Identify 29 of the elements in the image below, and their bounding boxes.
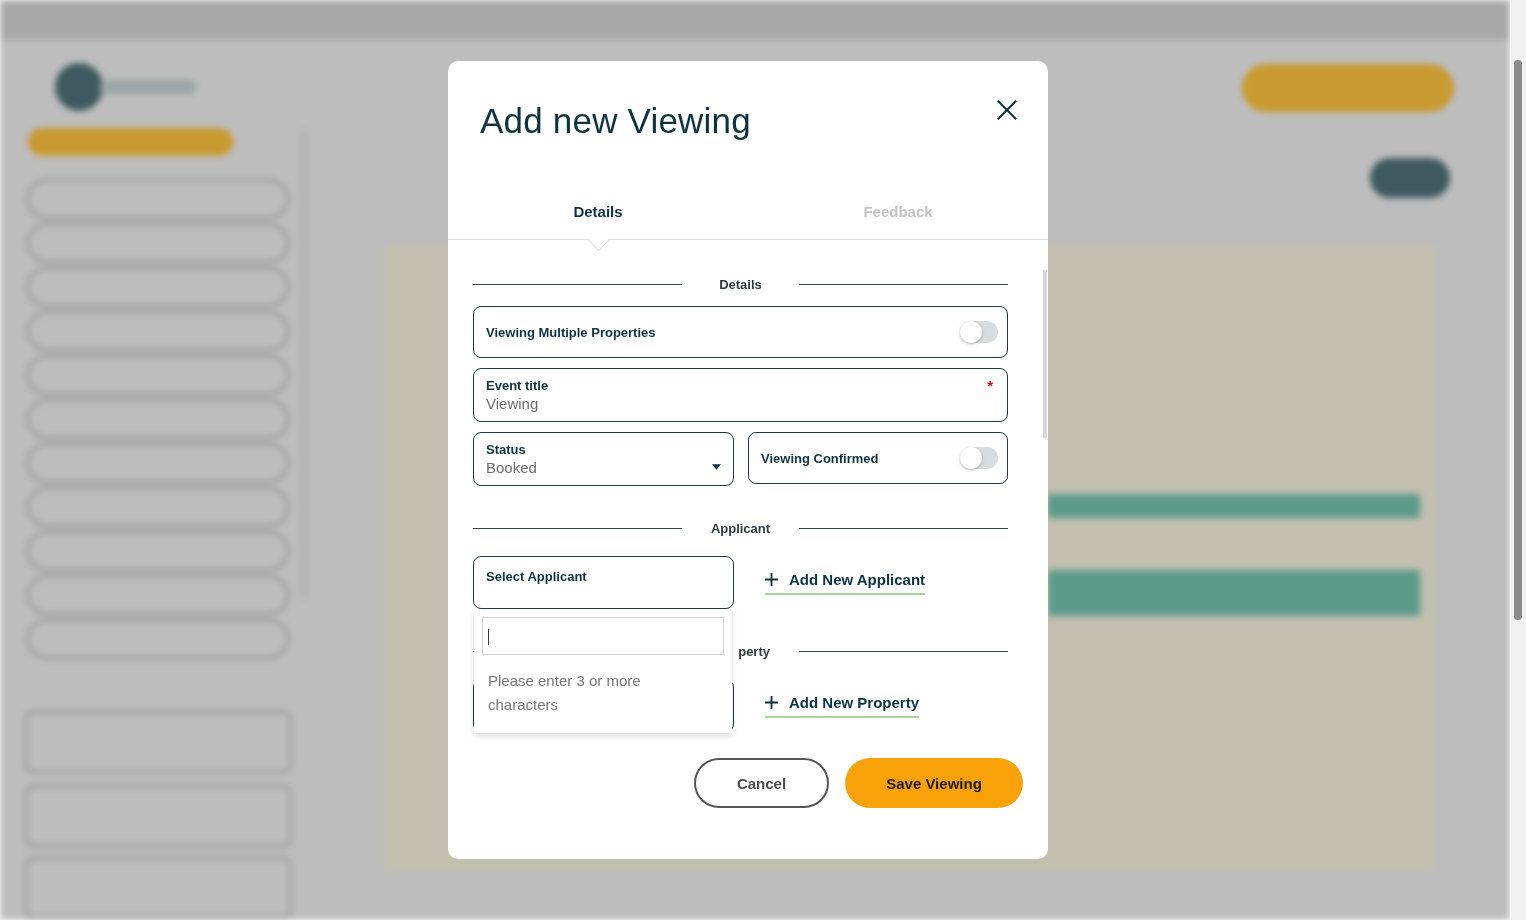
toggle-switch[interactable] [960,321,998,343]
cancel-button[interactable]: Cancel [694,758,829,808]
dropdown-message: Please enter 3 or more characters [487,671,642,715]
close-icon[interactable] [996,99,1018,121]
field-value: Viewing [486,395,539,412]
section-heading: perty [738,643,770,659]
tab[interactable]: Details [448,203,748,239]
add-link[interactable]: Add New Applicant [765,571,926,595]
save-button[interactable]: Save Viewing [845,758,1023,808]
field-label: Select Applicant [486,569,587,584]
plus-icon [765,573,778,586]
field-label: Event title [486,378,549,393]
text-field[interactable]: Event title Viewing * [473,368,1008,422]
dialog-title: Add new Viewing [480,100,751,142]
toggle-switch[interactable] [960,447,998,469]
field-label: Viewing Confirmed [761,450,879,466]
select-field[interactable]: Select Applicant [473,556,734,609]
select-field[interactable]: Status Booked [473,432,734,486]
search-field[interactable] [482,617,724,655]
required-mark: * [987,377,993,394]
add-link[interactable]: Add New Property [765,694,920,718]
plus-icon [765,696,778,709]
section-heading: Details [719,276,762,292]
field-label: Viewing Multiple Properties [486,324,656,340]
section-heading: Applicant [710,520,771,536]
field-value: Booked [486,459,537,476]
scrollbar[interactable] [1510,0,1526,920]
field-label: Status [486,442,526,457]
caret-icon [712,464,721,470]
